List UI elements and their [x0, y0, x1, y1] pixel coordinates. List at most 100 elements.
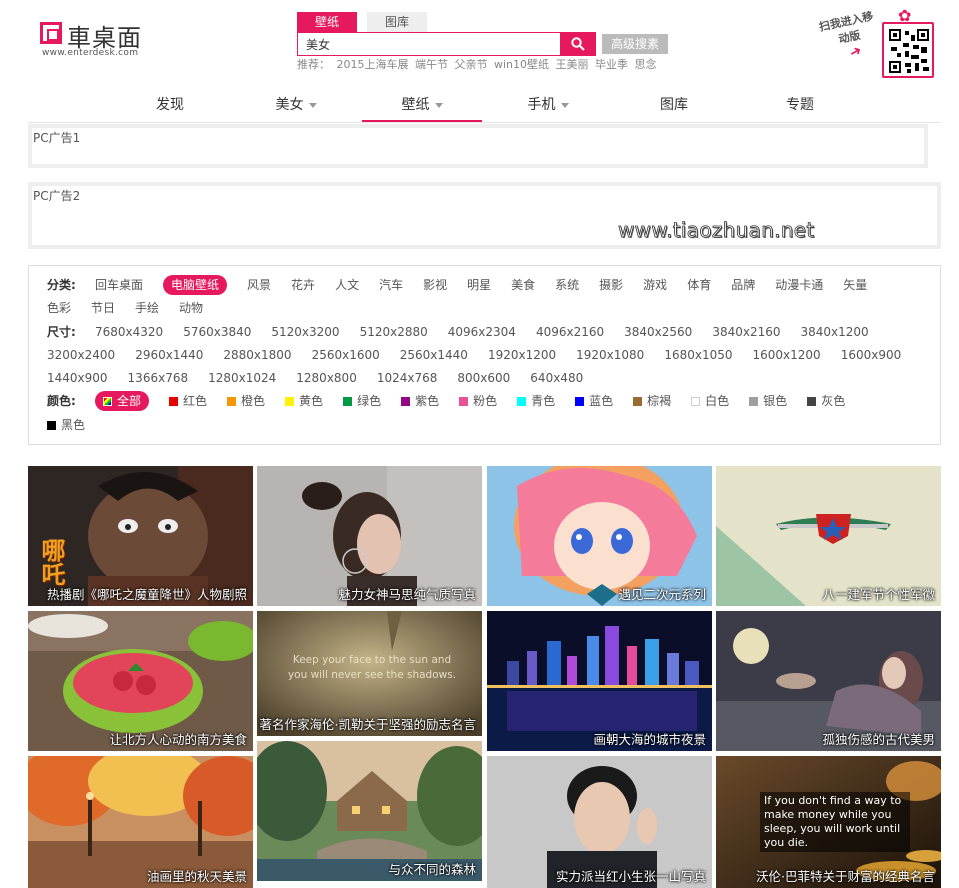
filter-color-item[interactable]: 红色	[169, 390, 207, 413]
wallpaper-thumb[interactable]: 魅力女神马思纯气质写真	[257, 466, 482, 606]
wallpaper-thumb[interactable]: 孤独伤感的古代美男	[716, 611, 941, 751]
filter-color-item[interactable]: 白色	[691, 390, 729, 413]
filter-size-item[interactable]: 1366x768	[128, 367, 189, 390]
filter-size-item[interactable]: 1024x768	[377, 367, 438, 390]
nav-item-gallery[interactable]: 图库	[614, 88, 734, 122]
hot-word[interactable]: 2015上海车展	[337, 58, 409, 70]
search-button[interactable]	[561, 32, 596, 56]
filter-color-item[interactable]: 全部	[95, 391, 150, 412]
wallpaper-thumb[interactable]: 与众不同的森林	[257, 741, 482, 881]
filter-color-item[interactable]: 黄色	[285, 390, 323, 413]
filter-color-item[interactable]: 绿色	[343, 390, 381, 413]
filter-category-item[interactable]: 影视	[423, 274, 447, 297]
filter-category-item[interactable]: 矢量	[843, 274, 867, 297]
thumb-caption: 魅力女神马思纯气质写真	[338, 587, 476, 602]
search-tab-gallery[interactable]: 图库	[367, 12, 427, 32]
filter-size-item[interactable]: 5760x3840	[183, 321, 251, 344]
filter-category-item[interactable]: 色彩	[47, 297, 71, 320]
filter-size-item[interactable]: 3840x1200	[801, 321, 869, 344]
wallpaper-thumb[interactable]: Keep your face to the sun and you will n…	[257, 611, 482, 736]
filter-color-item[interactable]: 黑色	[47, 414, 85, 437]
search-tab-wallpaper[interactable]: 壁纸	[297, 12, 357, 32]
filter-size-item[interactable]: 1920x1200	[488, 344, 556, 367]
filter-size-item[interactable]: 1280x1024	[208, 367, 276, 390]
filter-category-item[interactable]: 节日	[91, 297, 115, 320]
filter-category-item[interactable]: 动漫卡通	[775, 274, 823, 297]
wallpaper-thumb[interactable]: 画朝大海的城市夜景	[487, 611, 712, 751]
filter-category-item[interactable]: 电脑壁纸	[163, 275, 228, 295]
nav-item-discover[interactable]: 发现	[110, 88, 230, 122]
filter-size-item[interactable]: 1440x900	[47, 367, 108, 390]
filter-category-item[interactable]: 动物	[179, 297, 203, 320]
wallpaper-thumb[interactable]: 八一建军节个性军徽	[716, 466, 941, 606]
filter-category-item[interactable]: 人文	[335, 274, 359, 297]
wallpaper-thumb[interactable]: If you don't find a way to make money wh…	[716, 756, 941, 888]
filter-size-item[interactable]: 4096x2304	[448, 321, 516, 344]
arrow-icon: ➜	[846, 42, 865, 62]
hot-word[interactable]: 端午节	[415, 58, 448, 70]
filter-category-item[interactable]: 花卉	[291, 274, 315, 297]
filter-size-item[interactable]: 1600x1200	[753, 344, 821, 367]
mobile-qr-code[interactable]	[882, 22, 934, 78]
filter-category-item[interactable]: 品牌	[731, 274, 755, 297]
filter-color-item[interactable]: 灰色	[807, 390, 845, 413]
filter-label: 颜色:	[47, 394, 76, 409]
hot-word[interactable]: 父亲节	[455, 58, 488, 70]
filter-size-item[interactable]: 800x600	[457, 367, 510, 390]
filter-size-item[interactable]: 5120x2880	[360, 321, 428, 344]
filter-category-item[interactable]: 美食	[511, 274, 535, 297]
wallpaper-thumb[interactable]: 油画里的秋天美景	[28, 756, 253, 888]
filter-size-item[interactable]: 2880x1800	[223, 344, 291, 367]
filter-color-item[interactable]: 紫色	[401, 390, 439, 413]
nezha-logo: 哪吒	[37, 538, 65, 586]
filter-size-item[interactable]: 1280x800	[296, 367, 357, 390]
hot-word[interactable]: 思念	[635, 58, 657, 70]
filter-category-item[interactable]: 明星	[467, 274, 491, 297]
advanced-search-button[interactable]: 高级搜素	[602, 34, 668, 54]
nav-label: 手机	[527, 97, 556, 113]
filter-size-item[interactable]: 7680x4320	[95, 321, 163, 344]
filter-size-item[interactable]: 2560x1440	[400, 344, 468, 367]
filter-size-item[interactable]: 3840x2560	[624, 321, 692, 344]
wallpaper-thumb[interactable]: 让北方人心动的南方美食	[28, 611, 253, 751]
filter-size-item[interactable]: 4096x2160	[536, 321, 604, 344]
filter-category-item[interactable]: 摄影	[599, 274, 623, 297]
wallpaper-thumb[interactable]: 实力派当红小生张一山写真	[487, 756, 712, 888]
nav-item-beauty[interactable]: 美女	[236, 88, 356, 122]
hot-word[interactable]: 王美丽	[556, 58, 589, 70]
filter-category-item[interactable]: 回车桌面	[95, 274, 143, 297]
filter-size-item[interactable]: 1680x1050	[664, 344, 732, 367]
filter-category-item[interactable]: 风景	[247, 274, 271, 297]
hot-word[interactable]: win10壁纸	[494, 58, 549, 70]
filter-size-item[interactable]: 2560x1600	[312, 344, 380, 367]
filter-size-item[interactable]: 3840x2160	[712, 321, 780, 344]
filter-category-item[interactable]: 手绘	[135, 297, 159, 320]
filter-color-item[interactable]: 银色	[749, 390, 787, 413]
filter-category-item[interactable]: 汽车	[379, 274, 403, 297]
filter-size-item[interactable]: 1920x1080	[576, 344, 644, 367]
filter-size-item[interactable]: 3200x2400	[47, 344, 115, 367]
filter-category-item[interactable]: 系统	[555, 274, 579, 297]
hot-word[interactable]: 毕业季	[595, 58, 628, 70]
filter-category-item[interactable]: 体育	[687, 274, 711, 297]
site-logo[interactable]: 車桌面 www.enterdesk.com	[40, 18, 150, 60]
filter-color-item[interactable]: 棕褐	[633, 390, 671, 413]
caret-down-icon	[560, 102, 569, 108]
filter-color-item[interactable]: 青色	[517, 390, 555, 413]
nav-item-topics[interactable]: 专题	[740, 88, 860, 122]
filter-category-item[interactable]: 游戏	[643, 274, 667, 297]
filter-size-item[interactable]: 640x480	[530, 367, 583, 390]
filter-size-item[interactable]: 5120x3200	[271, 321, 339, 344]
filter-color-item[interactable]: 蓝色	[575, 390, 613, 413]
filter-color-item[interactable]: 粉色	[459, 390, 497, 413]
filter-size-item[interactable]: 1600x900	[841, 344, 902, 367]
filter-color-item[interactable]: 橙色	[227, 390, 265, 413]
color-label: 黑色	[61, 417, 86, 432]
ad-slot-1[interactable]: PC广告1	[28, 124, 928, 168]
search-input[interactable]	[298, 33, 560, 55]
wallpaper-thumb[interactable]: 遇见二次元系列	[487, 466, 712, 606]
nav-item-mobile[interactable]: 手机	[488, 88, 608, 122]
wallpaper-thumb[interactable]: 哪吒 热播剧《哪吒之魔童降世》人物剧照	[28, 466, 253, 606]
filter-size-item[interactable]: 2960x1440	[135, 344, 203, 367]
nav-item-wallpaper[interactable]: 壁纸	[362, 88, 482, 122]
